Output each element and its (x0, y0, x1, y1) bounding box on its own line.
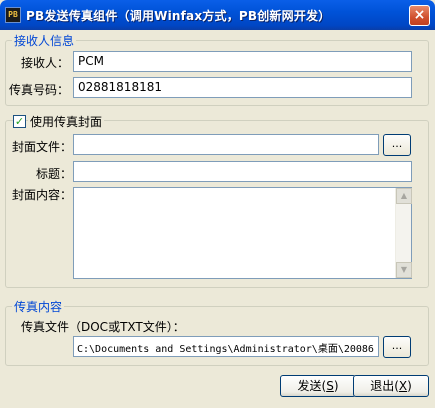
cover-content-label: 封面内容： (12, 188, 73, 202)
scroll-down-icon[interactable]: ▼ (396, 262, 412, 278)
fax-content-group-title: 传真内容 (12, 298, 65, 315)
use-cover-checkbox[interactable]: ✓ (13, 115, 26, 128)
subject-label: 标题： (36, 167, 73, 181)
cover-content-textarea[interactable]: ▲ ▼ (73, 187, 412, 279)
fax-file-label: 传真文件（DOC或TXT文件）： (21, 320, 185, 334)
scroll-up-icon[interactable]: ▲ (396, 188, 412, 204)
receiver-input[interactable]: PCM (73, 51, 412, 72)
fax-file-input[interactable]: C:\Documents and Settings\Administrator\… (73, 336, 379, 357)
send-button-label: 发送( (297, 379, 327, 393)
subject-input[interactable] (73, 161, 412, 182)
window-title: PB发送传真组件（调用Winfax方式，PB创新网开发） (26, 9, 331, 23)
receiver-label: 接收人： (21, 56, 70, 70)
cover-file-input[interactable] (73, 134, 379, 155)
app-icon: PB (5, 7, 21, 23)
use-cover-label[interactable]: 使用传真封面 (28, 113, 105, 130)
title-bar[interactable]: PB PB发送传真组件（调用Winfax方式，PB创新网开发） × (0, 0, 435, 30)
fax-file-browse-button[interactable]: ... (383, 336, 411, 358)
fax-number-label: 传真号码： (9, 83, 70, 97)
exit-button[interactable]: 退出(X) (353, 375, 429, 397)
send-button-close: ) (333, 379, 339, 393)
send-button[interactable]: 发送(S) (280, 375, 356, 397)
cover-content-scrollbar[interactable]: ▲ ▼ (395, 188, 412, 278)
cover-file-label: 封面文件： (12, 140, 73, 154)
exit-button-label: 退出( (370, 379, 399, 393)
cover-file-browse-button[interactable]: ... (383, 134, 411, 156)
fax-number-input[interactable]: 02881818181 (73, 77, 412, 98)
recipient-group-title: 接收人信息 (12, 32, 77, 49)
exit-button-close: ) (407, 379, 412, 393)
close-button[interactable]: × (409, 5, 430, 26)
send-button-accel: S (326, 379, 334, 393)
exit-button-accel: X (398, 379, 408, 393)
